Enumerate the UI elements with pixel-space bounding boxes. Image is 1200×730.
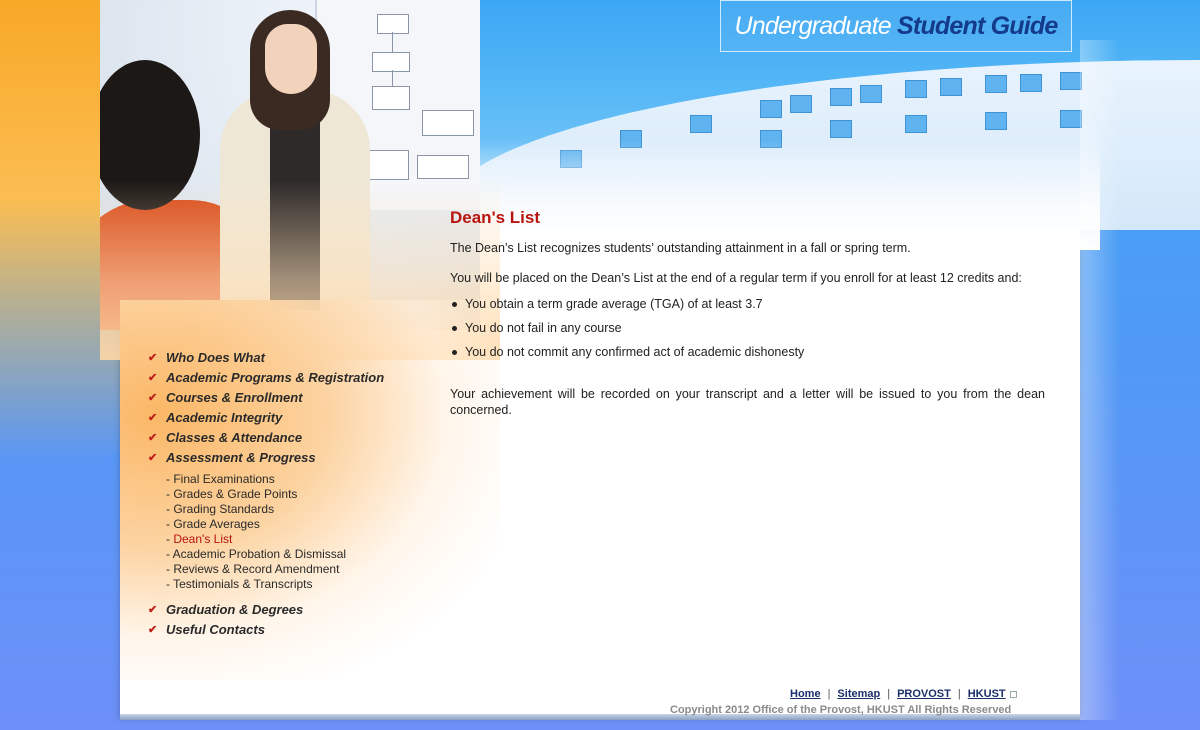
sub-navigation: - Final Examinations - Grades & Grade Po… [166,472,448,592]
building-window [1060,110,1082,128]
bullet-icon [452,302,457,307]
nav-item-assessment-progress[interactable]: ✔ Assessment & Progress [148,448,448,468]
nav-item-who-does-what[interactable]: ✔ Who Does What [148,348,448,368]
building-window [690,115,712,133]
sub-prefix: - [166,547,173,561]
criteria-text: You obtain a term grade average (TGA) of… [465,297,763,311]
flowchart-box [372,52,410,72]
sub-nav-label: Academic Probation & Dismissal [172,547,347,561]
site-title[interactable]: Undergraduate Student Guide [720,0,1072,52]
footer-separator: | [957,688,961,700]
list-item: You do not commit any confirmed act of a… [450,342,1045,366]
student-standing-face [265,24,317,94]
footer-link-hkust[interactable]: HKUST [968,688,1006,700]
criteria-text: You do not commit any confirmed act of a… [465,345,805,359]
flowchart-box [417,155,469,179]
sub-nav-grade-averages[interactable]: - Grade Averages [166,517,448,532]
sub-nav-deans-list-active[interactable]: - Dean's List [166,532,448,547]
side-navigation: ✔ Who Does What ✔ Academic Programs & Re… [148,348,448,640]
sub-nav-academic-probation[interactable]: - Academic Probation & Dismissal [166,547,448,562]
sub-nav-testimonials-transcripts[interactable]: - Testimonials & Transcripts [166,577,448,592]
check-icon: ✔ [148,432,158,444]
building-window [860,85,882,103]
panel-edge-highlight [1080,40,1120,720]
check-icon: ✔ [148,412,158,424]
nav-item-label: Who Does What [166,350,265,365]
nav-item-academic-integrity[interactable]: ✔ Academic Integrity [148,408,448,428]
flowchart-box [367,150,409,180]
footer-link-home[interactable]: Home [790,688,821,700]
building-window [1020,74,1042,92]
building-window [830,88,852,106]
check-icon: ✔ [148,604,158,616]
footer-link-sitemap[interactable]: Sitemap [837,688,880,700]
building-window [905,115,927,133]
bullet-icon [452,326,457,331]
copyright-notice: Copyright 2012 Office of the Provost, HK… [670,704,1012,716]
list-item: You obtain a term grade average (TGA) of… [450,294,1045,318]
main-content: Dean's List The Dean’s List recognizes s… [450,208,1045,432]
footer-link-provost[interactable]: PROVOST [897,688,951,700]
flowchart-box [422,110,474,136]
nav-item-useful-contacts[interactable]: ✔ Useful Contacts [148,620,448,640]
criteria-list: You obtain a term grade average (TGA) of… [450,294,1045,366]
footer-separator: | [827,688,831,700]
flowchart-line [392,70,393,86]
sub-nav-reviews-record-amendment[interactable]: - Reviews & Record Amendment [166,562,448,577]
check-icon: ✔ [148,392,158,404]
flowchart-box [377,14,409,34]
building-window [830,120,852,138]
flowchart-box [372,86,410,110]
footer-links: Home | Sitemap | PROVOST | HKUST [790,688,1040,700]
sub-nav-label: Final Examinations [173,472,275,486]
footer-separator: | [887,688,891,700]
check-icon: ✔ [148,452,158,464]
sub-nav-grading-standards[interactable]: - Grading Standards [166,502,448,517]
nav-item-label: Classes & Attendance [166,430,303,445]
nav-item-label: Academic Integrity [166,410,283,425]
building-window [940,78,962,96]
criteria-text: You do not fail in any course [465,321,622,335]
sub-nav-label: Grading Standards [173,502,275,516]
building-window [985,112,1007,130]
flowchart-line [392,32,393,52]
sub-nav-grades-grade-points[interactable]: - Grades & Grade Points [166,487,448,502]
building-window [760,100,782,118]
nav-item-graduation-degrees[interactable]: ✔ Graduation & Degrees [148,600,448,620]
check-icon: ✔ [148,352,158,364]
nav-item-label: Useful Contacts [166,622,265,637]
building-window [1060,72,1082,90]
nav-item-label: Academic Programs & Registration [166,370,385,385]
list-item: You do not fail in any course [450,318,1045,342]
intro-paragraph: The Dean’s List recognizes students’ out… [450,241,911,255]
building-window [905,80,927,98]
sub-nav-label: Reviews & Record Amendment [173,562,340,576]
bullet-icon [452,350,457,355]
external-link-icon [1009,690,1017,698]
sub-nav-label: Grade Averages [173,517,260,531]
nav-item-classes-attendance[interactable]: ✔ Classes & Attendance [148,428,448,448]
building-window [985,75,1007,93]
closing-paragraph: Your achievement will be recorded on you… [450,387,1045,417]
sub-nav-final-examinations[interactable]: - Final Examinations [166,472,448,487]
condition-paragraph: You will be placed on the Dean’s List at… [450,271,1022,285]
check-icon: ✔ [148,372,158,384]
page: Undergraduate Student Guide ✔ Who Does W… [0,0,1200,730]
sub-nav-label: Testimonials & Transcripts [173,577,313,591]
site-title-part-a: Undergraduate [734,12,892,40]
sub-nav-label: Dean's List [173,532,233,546]
nav-item-label: Courses & Enrollment [166,390,303,405]
check-icon: ✔ [148,624,158,636]
sub-nav-label: Grades & Grade Points [173,487,298,501]
page-title: Dean's List [450,208,541,227]
nav-item-courses-enrollment[interactable]: ✔ Courses & Enrollment [148,388,448,408]
nav-item-label: Assessment & Progress [166,450,316,465]
nav-item-label: Graduation & Degrees [166,602,304,617]
building-window [790,95,812,113]
site-title-part-b: Student Guide [897,12,1058,40]
nav-item-academic-programs[interactable]: ✔ Academic Programs & Registration [148,368,448,388]
